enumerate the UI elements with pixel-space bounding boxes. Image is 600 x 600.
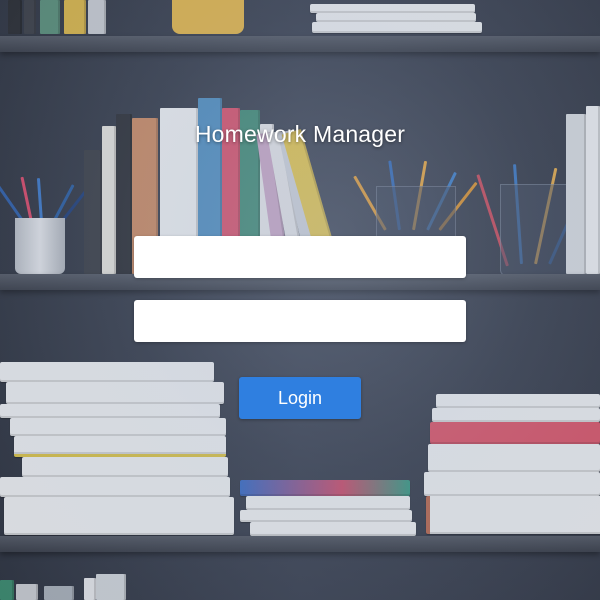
login-button[interactable]: Login (239, 377, 361, 419)
app-title: Homework Manager (194, 121, 406, 147)
username-input[interactable] (134, 236, 466, 278)
password-input[interactable] (134, 300, 466, 342)
